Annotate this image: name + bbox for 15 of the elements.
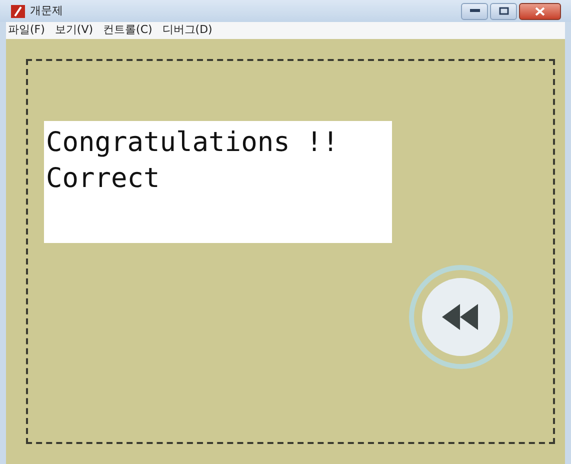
maximize-icon (498, 7, 508, 15)
message-text: Correct (46, 162, 161, 196)
maximize-button[interactable] (490, 2, 517, 20)
window-title: 개문제 (30, 2, 63, 19)
minimize-icon (470, 9, 480, 13)
app-icon (10, 3, 26, 19)
rewind-icon (442, 304, 480, 330)
minimize-button[interactable] (461, 2, 488, 20)
menu-item[interactable]: 컨트롤(C) (103, 22, 152, 39)
menu-item[interactable]: 보기(V) (54, 22, 94, 39)
menu-item[interactable]: 디버그(D) (162, 22, 212, 39)
close-button[interactable] (519, 2, 561, 20)
menu-item[interactable]: 파일(F) (8, 22, 45, 39)
message-text: Congratulations !! (46, 126, 340, 160)
close-icon (535, 6, 545, 16)
